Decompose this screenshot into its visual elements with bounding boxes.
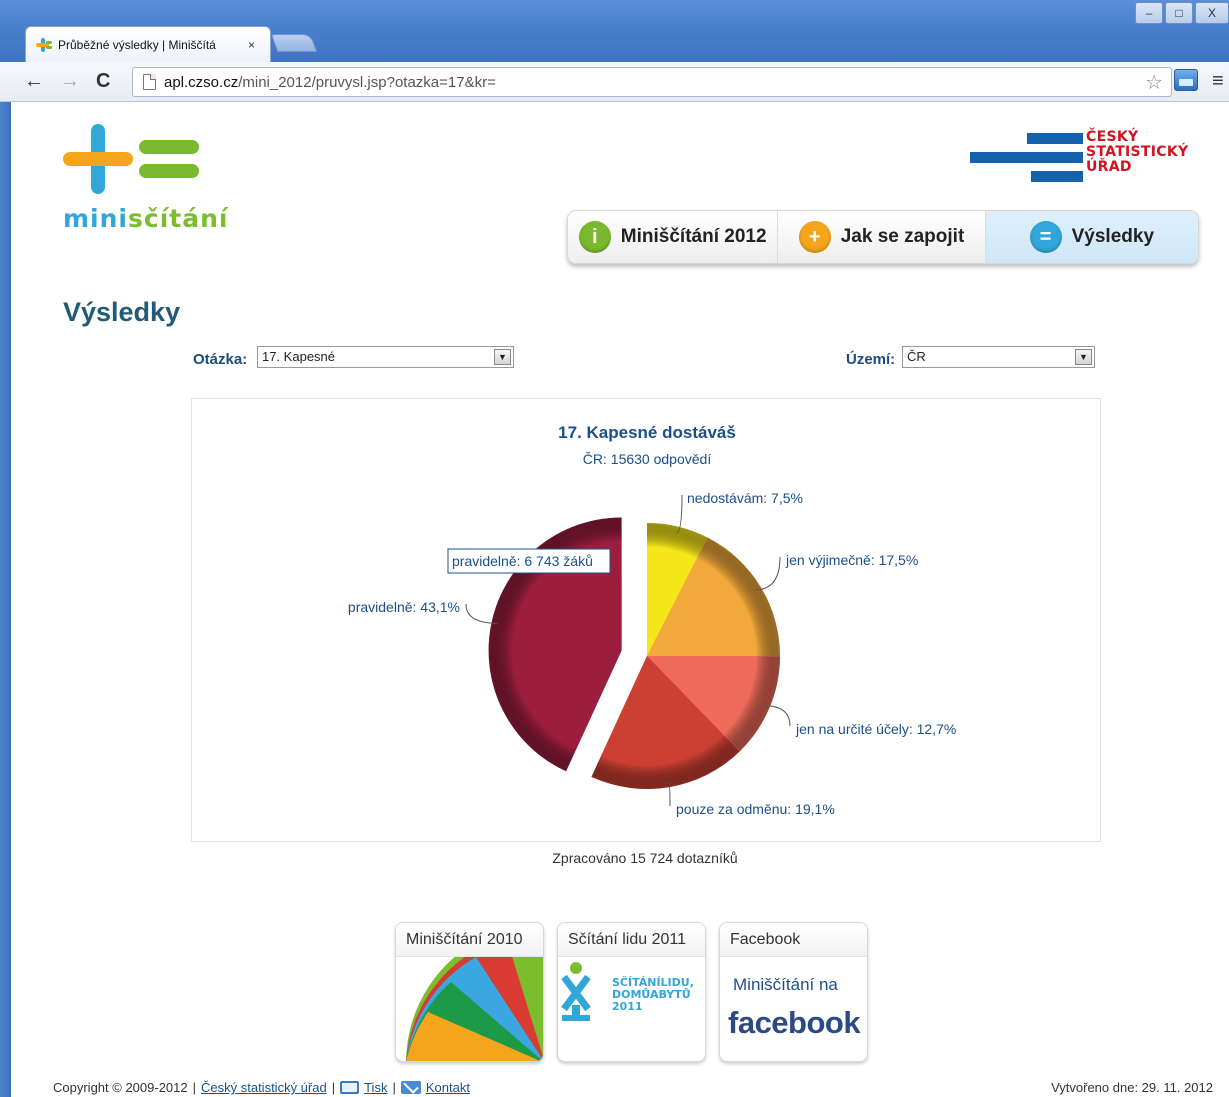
reload-icon[interactable]: C bbox=[96, 70, 110, 92]
tab-close-icon[interactable]: × bbox=[248, 38, 255, 52]
new-tab-button[interactable] bbox=[270, 34, 318, 52]
link-csu[interactable]: Český statistický úřad bbox=[201, 1080, 327, 1095]
nav-item-jak-se-zapojit[interactable]: + Jak se zapojit bbox=[778, 211, 986, 263]
browser-tab[interactable]: Průběžné výsledky | Miniščítá × bbox=[25, 26, 271, 62]
main-navigation: i Miniščítání 2012 + Jak se zapojit = Vý… bbox=[567, 210, 1199, 264]
nav-item-label: Jak se zapojit bbox=[840, 226, 965, 247]
info-icon: i bbox=[578, 221, 611, 253]
print-icon[interactable] bbox=[340, 1081, 360, 1094]
svg-text:pravidelně: 6 743 žáků: pravidelně: 6 743 žáků bbox=[452, 553, 593, 569]
browser-titlebar: Průběžné výsledky | Miniščítá × – □ X bbox=[0, 0, 1229, 62]
slice-label: jen výjimečně: 17,5% bbox=[785, 552, 918, 568]
window-controls: – □ X bbox=[1135, 2, 1229, 24]
slice-label: nedostávám: 7,5% bbox=[687, 490, 803, 506]
promo-title: Facebook bbox=[720, 923, 867, 957]
promo-title: Miniščítání 2010 bbox=[396, 923, 543, 957]
close-window-button[interactable]: X bbox=[1195, 2, 1229, 24]
nav-item-label: Miniščítání 2012 bbox=[620, 226, 767, 247]
question-label: Otázka: bbox=[193, 351, 248, 368]
nav-item-vysledky[interactable]: = Výsledky bbox=[985, 211, 1198, 263]
slice-label: pouze za odměnu: 19,1% bbox=[676, 801, 835, 817]
copyright: Copyright © 2009-2012 bbox=[53, 1080, 188, 1095]
chevron-down-icon: ▼ bbox=[1075, 349, 1092, 365]
created-date: Vytvořeno dne: 29. 11. 2012 bbox=[1051, 1080, 1213, 1095]
plus-icon: + bbox=[798, 221, 831, 253]
back-arrow-icon[interactable]: ← bbox=[24, 70, 44, 92]
equals-icon: = bbox=[1029, 221, 1062, 253]
promo-scitani-lidu-2011[interactable]: Sčítání lidu 2011 SČÍTÁNÍLIDU, DOMŮABYTŮ… bbox=[557, 922, 706, 1062]
question-select[interactable]: 17. Kapesné ▼ bbox=[257, 346, 514, 368]
page-content: minisčítání ČESKÝ STATISTICKÝ ÚŘAD i Min… bbox=[11, 102, 1229, 1097]
link-print[interactable]: Tisk bbox=[364, 1080, 387, 1095]
page-icon bbox=[143, 74, 156, 90]
slice-label: pravidelně: 43,1% bbox=[348, 599, 460, 615]
scitani-logo-text: SČÍTÁNÍLIDU, DOMŮABYTŮ 2011 bbox=[612, 976, 694, 1013]
rainbow-graphic bbox=[396, 923, 543, 1061]
mail-icon[interactable] bbox=[400, 1081, 421, 1094]
region-label: Území: bbox=[846, 351, 896, 368]
minimize-button[interactable]: – bbox=[1135, 2, 1163, 24]
facebook-logo: Miniščítání na facebook bbox=[728, 975, 861, 1040]
extension-icon[interactable] bbox=[1174, 69, 1198, 91]
pie-chart-svg: nedostávám: 7,5% jen výjimečně: 17,5% jen … bbox=[348, 490, 956, 817]
minisčítání-logo[interactable]: minisčítání bbox=[63, 122, 227, 234]
link-contact[interactable]: Kontakt bbox=[426, 1080, 470, 1095]
pie-chart: 17. Kapesné dostáváš ČR: 15630 odpovědí … bbox=[191, 398, 1101, 842]
chevron-down-icon: ▼ bbox=[494, 349, 511, 365]
page-title: Výsledky bbox=[63, 297, 181, 327]
promo-title: Sčítání lidu 2011 bbox=[558, 923, 705, 957]
logo-equals-bottom bbox=[139, 164, 199, 178]
promo-miniscitani-2010[interactable]: Miniščítání 2010 bbox=[395, 922, 544, 1062]
nav-item-miniscitani-2012[interactable]: i Miniščítání 2012 bbox=[568, 211, 779, 263]
processed-count: Zpracováno 15 724 dotazníků bbox=[552, 850, 738, 866]
forward-arrow-icon[interactable]: → bbox=[60, 70, 80, 92]
scitani-logo: SČÍTÁNÍLIDU, DOMŮABYTŮ 2011 bbox=[558, 957, 705, 1061]
logo-text: minisčítání bbox=[63, 204, 229, 233]
logo-equals-top bbox=[139, 140, 199, 154]
csu-logo-text: ČESKÝ STATISTICKÝ ÚŘAD bbox=[1086, 129, 1189, 175]
nav-item-label: Výsledky bbox=[1071, 226, 1155, 247]
csu-logo[interactable]: ČESKÝ STATISTICKÝ ÚŘAD bbox=[970, 130, 1220, 186]
window-border bbox=[0, 102, 11, 1097]
maximize-button[interactable]: □ bbox=[1165, 2, 1193, 24]
url-text: apl.czso.cz/mini_2012/pruvysl.jsp?otazka… bbox=[164, 73, 496, 91]
menu-icon[interactable]: ≡ bbox=[1212, 70, 1224, 93]
logo-horizontal-bar bbox=[63, 152, 133, 166]
browser-toolbar: ← → C apl.czso.cz/mini_2012/pruvysl.jsp?… bbox=[0, 62, 1229, 102]
chart-tooltip: pravidelně: 6 743 žáků bbox=[447, 548, 611, 574]
region-select[interactable]: ČR ▼ bbox=[902, 346, 1095, 368]
address-bar[interactable]: apl.czso.cz/mini_2012/pruvysl.jsp?otazka… bbox=[132, 67, 1172, 97]
slice-label: jen na určité účely: 12,7% bbox=[795, 721, 956, 737]
bookmark-star-icon[interactable]: ☆ bbox=[1145, 70, 1163, 95]
favicon-icon bbox=[36, 37, 52, 52]
tab-title: Průběžné výsledky | Miniščítá bbox=[58, 37, 216, 52]
promo-facebook[interactable]: Facebook Miniščítání na facebook bbox=[719, 922, 868, 1062]
